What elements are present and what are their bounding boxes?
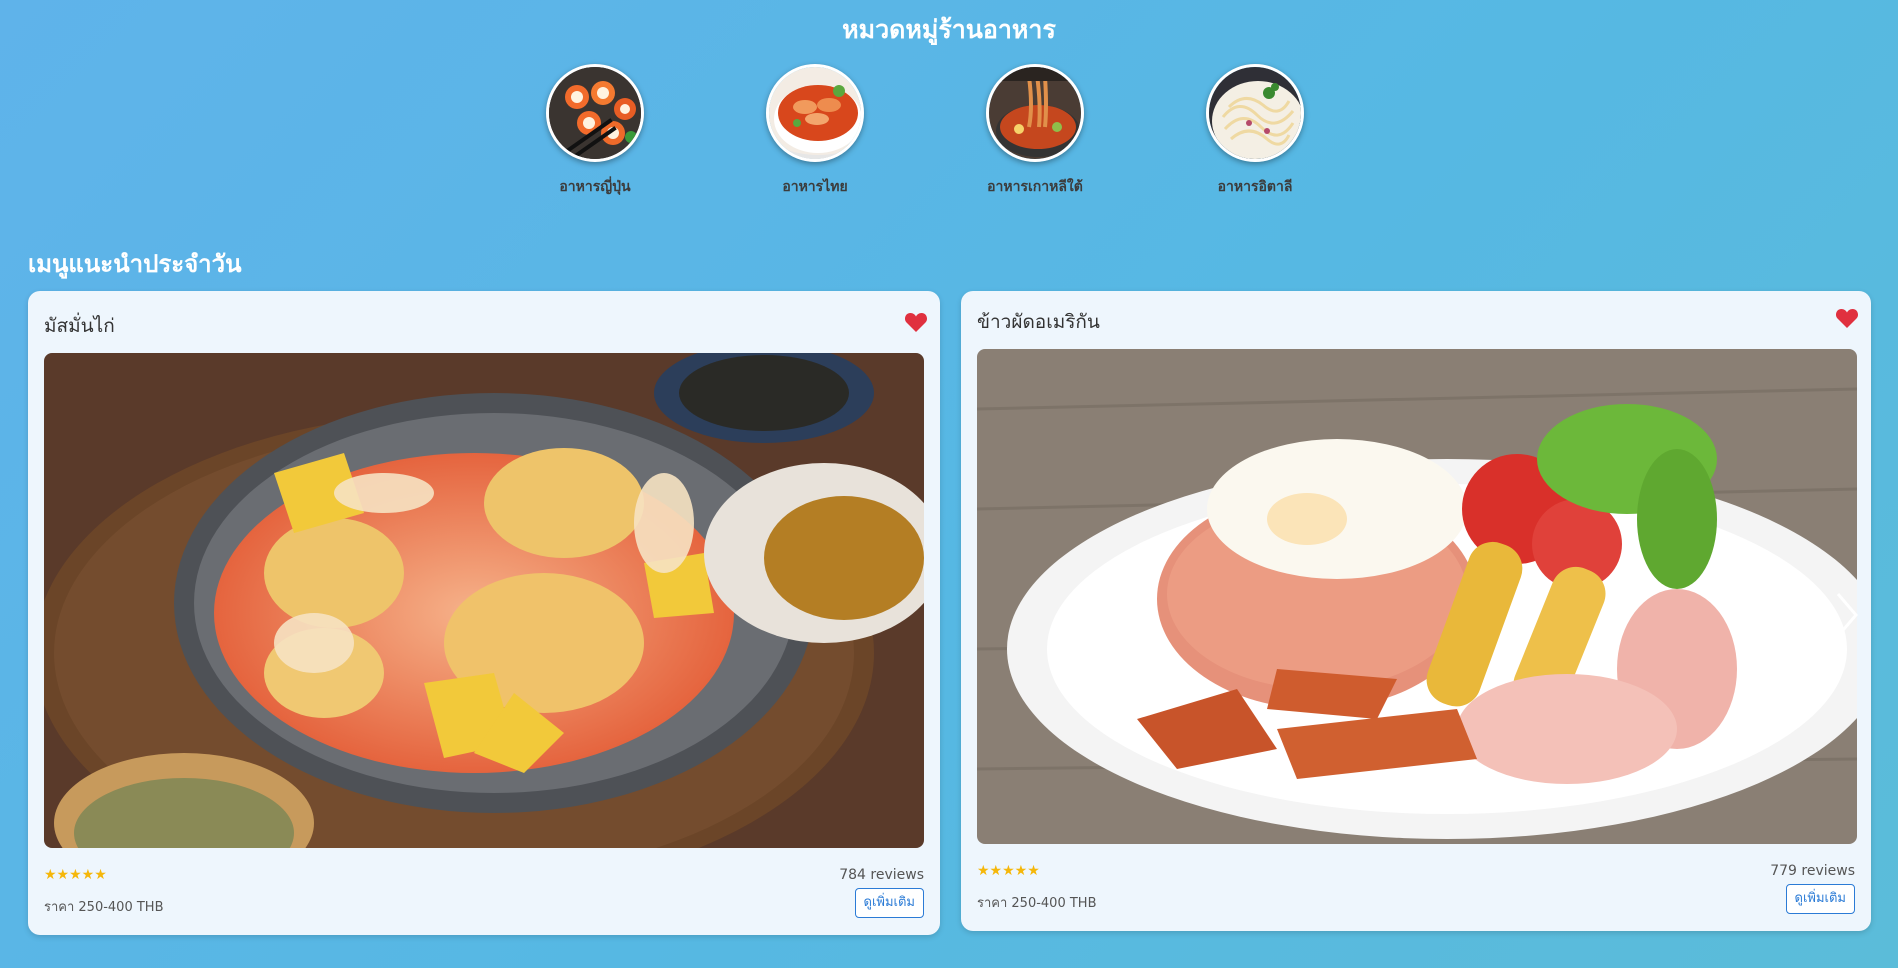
category-thai[interactable]: อาหารไทย bbox=[740, 64, 890, 198]
menu-card-title: ข้าวผัดอเมริกัน bbox=[977, 311, 1100, 333]
see-more-button[interactable]: ดูเพิ่มเติม bbox=[854, 888, 924, 918]
heart-icon[interactable] bbox=[1835, 307, 1859, 329]
review-count: 784 reviews bbox=[839, 867, 924, 883]
menu-card[interactable]: มัสมั่นไก่ ★★★★★ 784 reviews ราคา 250-40… bbox=[28, 291, 940, 935]
category-label: อาหารอิตาลี bbox=[1217, 179, 1293, 195]
price-range: ราคา 250-400 THB bbox=[44, 900, 164, 915]
rating-stars: ★★★★★ bbox=[44, 867, 107, 883]
category-korean[interactable]: อาหารเกาหลีใต้ bbox=[960, 64, 1110, 198]
korean-food-image bbox=[986, 64, 1084, 162]
price-range: ราคา 250-400 THB bbox=[977, 896, 1097, 911]
section-title: เมนูแนะนำประจำวัน bbox=[28, 249, 242, 278]
category-list: อาหารญี่ปุ่น อาหารไทย อาหารเกาหลีใต้ อาห… bbox=[520, 64, 1520, 204]
category-label: อาหารไทย bbox=[782, 179, 848, 195]
sushi-image bbox=[546, 64, 644, 162]
review-count: 779 reviews bbox=[1770, 863, 1855, 879]
food-photo bbox=[977, 349, 1857, 844]
categories-title: หมวดหมู่ร้านอาหาร bbox=[842, 15, 1056, 44]
menu-card-title: มัสมั่นไก่ bbox=[44, 315, 115, 337]
italian-food-image bbox=[1206, 64, 1304, 162]
chevron-right-icon[interactable] bbox=[1832, 590, 1862, 640]
menu-card[interactable]: ข้าวผัดอเมริกัน ★★★★★ 779 reviews ราคา 2… bbox=[961, 291, 1871, 931]
thai-food-image bbox=[766, 64, 864, 162]
see-more-button[interactable]: ดูเพิ่มเติม bbox=[1785, 884, 1855, 914]
category-label: อาหารเกาหลีใต้ bbox=[987, 179, 1083, 195]
category-label: อาหารญี่ปุ่น bbox=[559, 179, 631, 195]
food-photo bbox=[44, 353, 924, 848]
category-italian[interactable]: อาหารอิตาลี bbox=[1180, 64, 1330, 198]
rating-stars: ★★★★★ bbox=[977, 863, 1040, 879]
category-japanese[interactable]: อาหารญี่ปุ่น bbox=[520, 64, 670, 198]
heart-icon[interactable] bbox=[904, 311, 928, 333]
